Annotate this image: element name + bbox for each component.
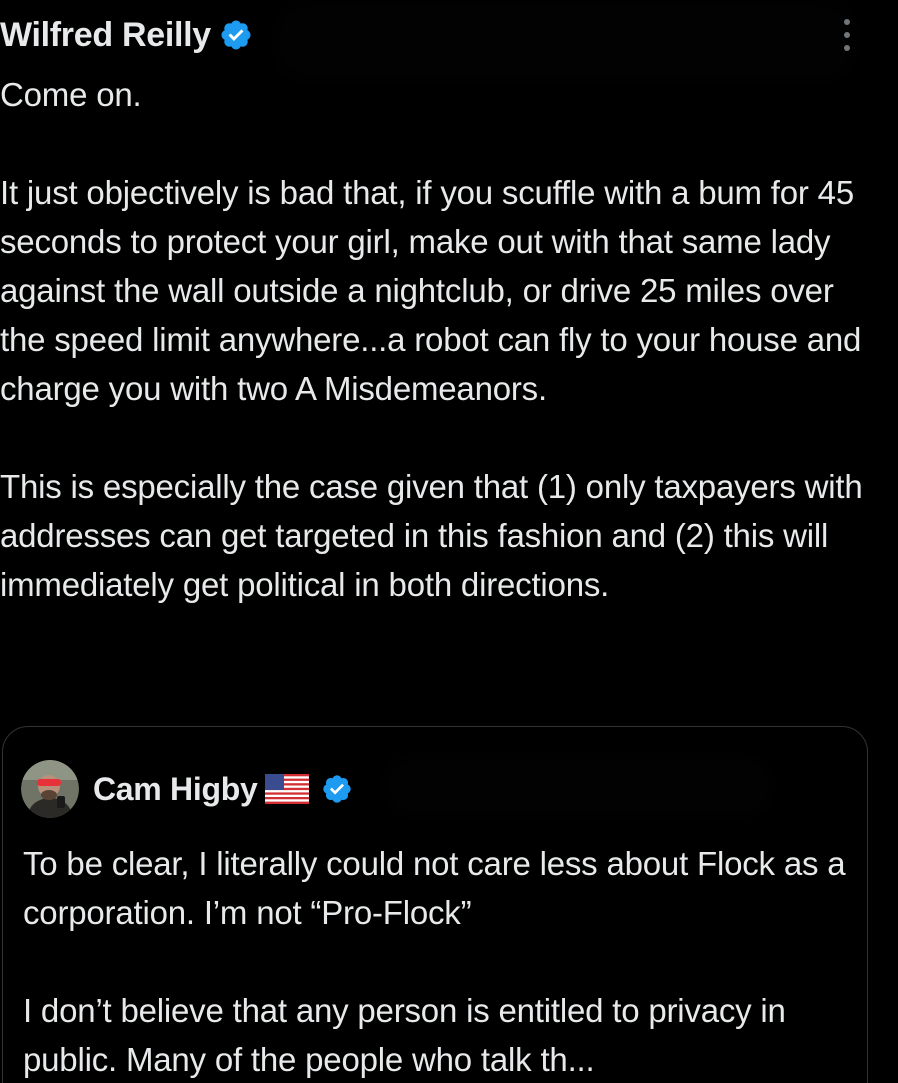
- quoted-tweet[interactable]: Cam Higby To be clear, I literally could…: [2, 726, 868, 1083]
- tweet-header: Wilfred Reilly: [0, 12, 253, 58]
- more-options-icon[interactable]: [842, 18, 852, 52]
- us-flag-icon: [265, 774, 310, 804]
- verified-badge-icon: [323, 775, 352, 803]
- quoted-tweet-text: To be clear, I literally could not care …: [23, 845, 846, 1078]
- tweet: Wilfred Reilly Come on. It just objectiv…: [0, 0, 898, 1083]
- avatar[interactable]: [21, 760, 79, 818]
- tweet-text: Come on. It just objectively is bad that…: [0, 76, 863, 603]
- redacted-area: [388, 761, 768, 811]
- redacted-area: [280, 6, 850, 76]
- verified-badge-icon: [221, 20, 251, 50]
- quoted-tweet-header: Cam Higby: [21, 759, 353, 819]
- quoted-author-name[interactable]: Cam Higby: [93, 771, 258, 808]
- author-name[interactable]: Wilfred Reilly: [0, 16, 211, 55]
